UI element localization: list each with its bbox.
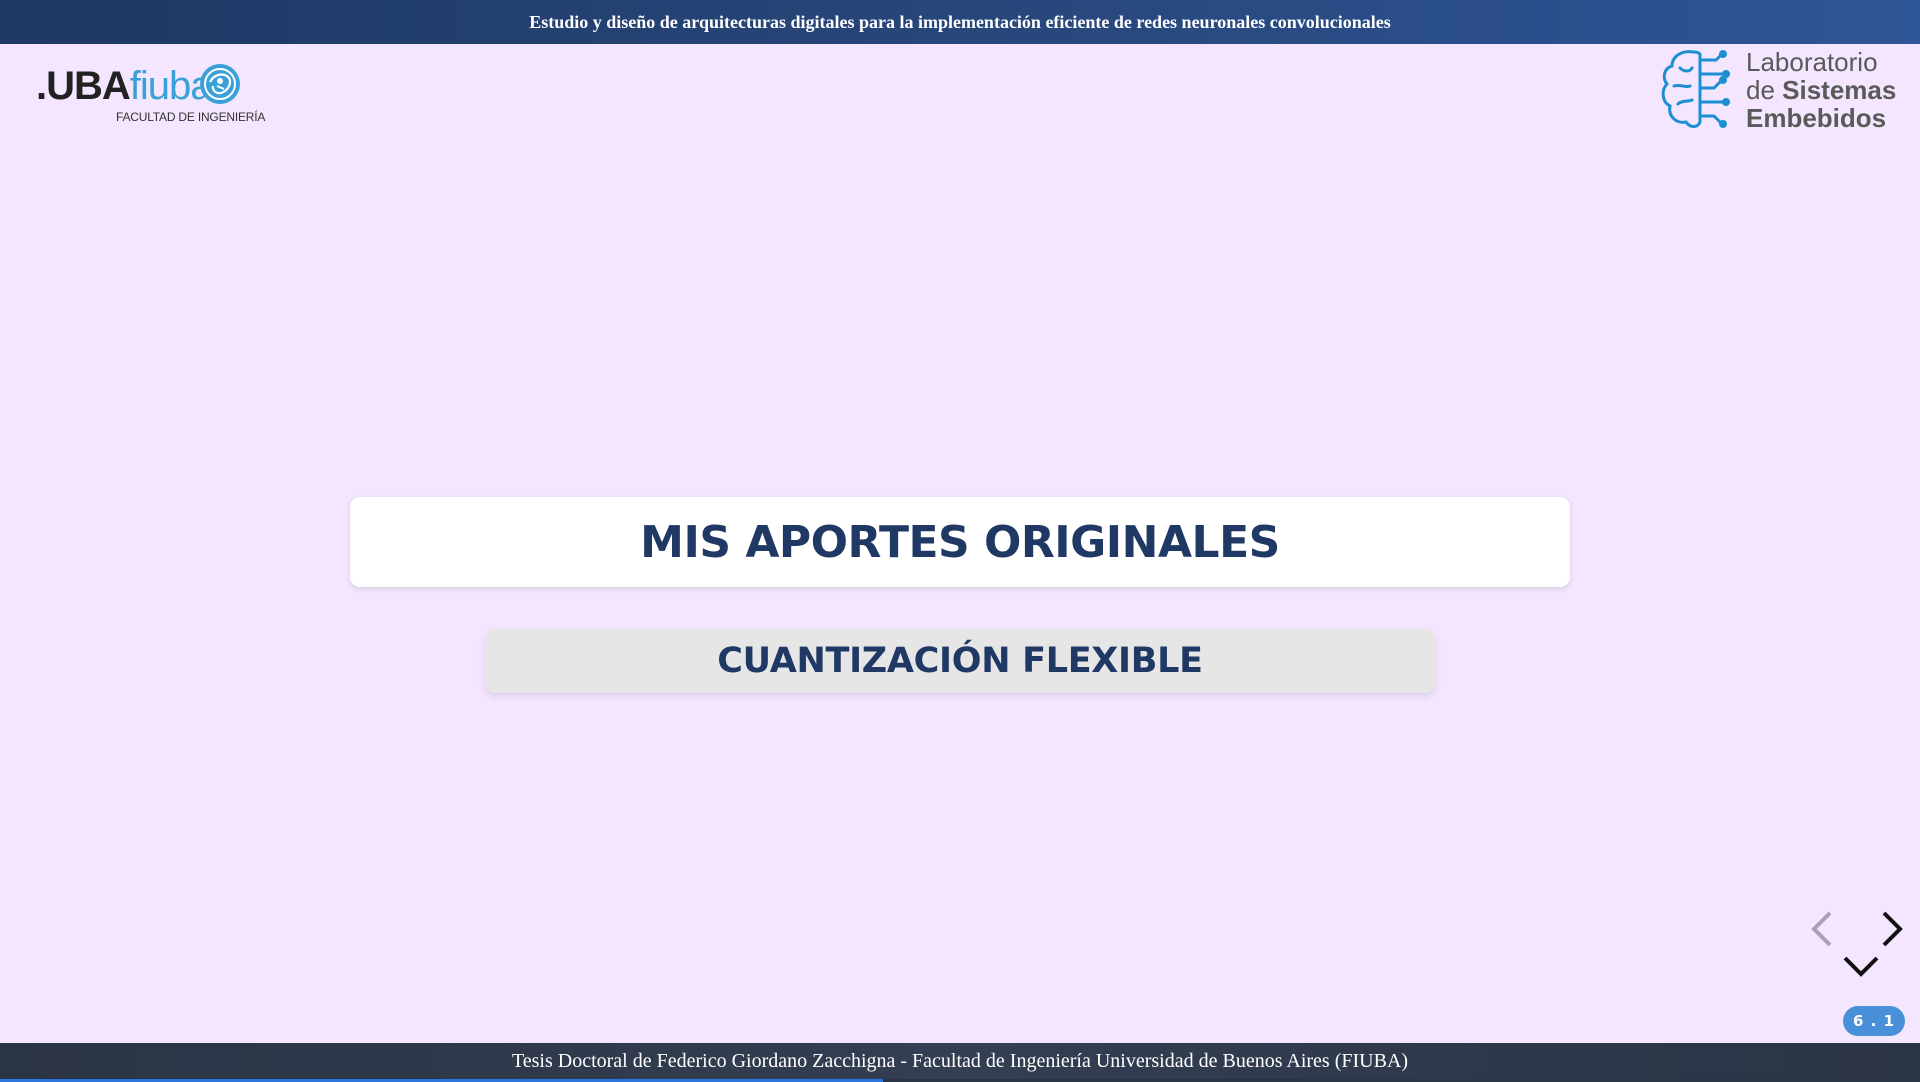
slide-title: MIS APORTES ORIGINALES <box>640 516 1280 568</box>
footer-text: Tesis Doctoral de Federico Giordano Zacc… <box>511 1050 1409 1072</box>
navigate-right-button[interactable] <box>1880 910 1906 951</box>
brain-circuit-icon <box>1661 50 1730 128</box>
navigate-down-button[interactable] <box>1842 954 1880 983</box>
chevron-right-icon <box>1882 911 1903 947</box>
slide-title-card: MIS APORTES ORIGINALES <box>350 497 1570 587</box>
slide-number-badge: 6 . 1 <box>1843 1006 1905 1036</box>
lab-logo-line1: Laboratorio <box>1746 47 1878 77</box>
lab-logo-text: Laboratorio de Sistemas Embebidos <box>1746 48 1896 132</box>
chevron-left-icon <box>1811 911 1832 947</box>
navigation-controls <box>1808 906 1908 986</box>
lab-logo-line3: Embebidos <box>1746 103 1887 133</box>
uba-wordmark-uba: .UBA <box>36 64 131 108</box>
lab-logo-line2-bold: Sistemas <box>1782 75 1897 105</box>
navigate-left-button[interactable] <box>1808 910 1834 951</box>
header-bar: Estudio y diseño de arquitecturas digita… <box>0 0 1920 44</box>
uba-logo-subtitle: FACULTAD DE INGENIERÍA <box>116 110 266 124</box>
footer-bar: Tesis Doctoral de Federico Giordano Zacc… <box>0 1043 1920 1079</box>
slide-page: Estudio y diseño de arquitecturas digita… <box>0 0 1920 1082</box>
lab-logo-line2-light: de <box>1746 75 1783 105</box>
uba-fiuba-logo: .UBAfiuba FACULTAD DE INGENIERÍA <box>36 60 265 126</box>
slide-subtitle: CUANTIZACIÓN FLEXIBLE <box>717 641 1203 681</box>
lab-logo-line2: de Sistemas <box>1746 76 1896 104</box>
lab-sistemas-embebidos-logo: Laboratorio de Sistemas Embebidos <box>1660 46 1900 132</box>
chevron-down-icon <box>1843 956 1879 977</box>
slide-subtitle-card: CUANTIZACIÓN FLEXIBLE <box>485 629 1435 693</box>
fiuba-emblem-icon <box>200 64 240 104</box>
header-title: Estudio y diseño de arquitecturas digita… <box>529 12 1391 32</box>
uba-fiuba-wordmark: .UBAfiuba <box>36 62 213 110</box>
